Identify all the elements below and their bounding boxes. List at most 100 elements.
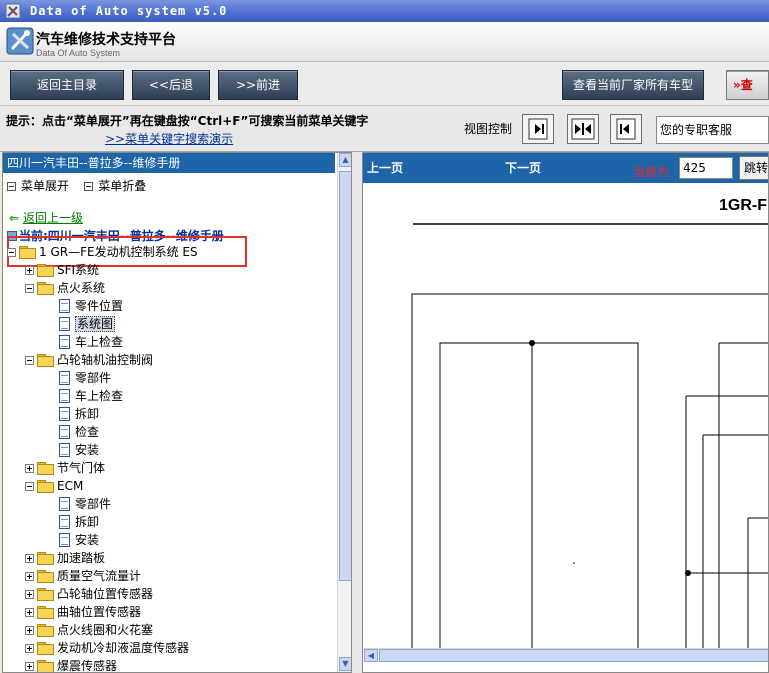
expand-left-view-button[interactable] <box>610 114 642 144</box>
tree-item-label: 车上检查 <box>75 389 124 403</box>
tree-folder-item[interactable]: 曲轴位置传感器 <box>25 603 141 621</box>
tree-folder-item[interactable]: SFI系统 <box>25 261 99 279</box>
back-button[interactable]: <<后退 <box>132 70 210 100</box>
tree-folder-item[interactable]: 点火线圈和火花塞 <box>25 621 153 639</box>
document-icon <box>59 335 70 349</box>
expand-right-view-button[interactable] <box>522 114 554 144</box>
expand-toggle-icon[interactable] <box>25 644 34 653</box>
tree-doc-item[interactable]: 拆卸 <box>59 405 99 423</box>
document-icon <box>59 515 70 529</box>
expand-square-icon <box>7 182 16 191</box>
tree-folder-item[interactable]: 发动机冷却液温度传感器 <box>25 639 189 657</box>
expand-toggle-icon[interactable] <box>25 554 34 563</box>
forward-button[interactable]: >>前进 <box>218 70 298 100</box>
expand-toggle-icon[interactable] <box>25 608 34 617</box>
tree-folder-item[interactable]: 凸轮轴位置传感器 <box>25 585 153 603</box>
folder-icon <box>37 552 54 565</box>
collapse-toggle-icon[interactable] <box>25 482 34 491</box>
tree-doc-item[interactable]: 安装 <box>59 531 99 549</box>
platform-title: 汽车维修技术支持平台 <box>36 32 176 48</box>
scroll-up-icon[interactable]: ▲ <box>339 153 351 167</box>
expand-menu-button[interactable]: 菜单展开 <box>7 179 69 193</box>
arrow-right-bar-icon <box>528 118 548 140</box>
tree-folder-item[interactable]: 加速踏板 <box>25 549 105 567</box>
tree-item-label: 发动机冷却液温度传感器 <box>57 641 190 655</box>
tree-doc-item[interactable]: 系统图 <box>59 315 116 333</box>
expand-toggle-icon[interactable] <box>25 572 34 581</box>
tree-folder-item[interactable]: 凸轮轴机油控制阀 <box>25 351 153 369</box>
expand-toggle-icon[interactable] <box>25 590 34 599</box>
tree-folder-item[interactable]: 节气门体 <box>25 459 105 477</box>
collapse-toggle-icon[interactable] <box>25 284 34 293</box>
green-arrow-left-icon: ⇐ <box>9 211 20 225</box>
folder-icon <box>37 606 54 619</box>
split-view-button[interactable] <box>567 114 599 144</box>
tree-doc-item[interactable]: 车上检查 <box>59 387 123 405</box>
folder-icon <box>37 264 54 277</box>
document-icon <box>59 389 70 403</box>
collapse-toggle-icon[interactable] <box>7 248 16 257</box>
platform-subtitle: Data Of Auto System <box>36 48 121 58</box>
next-page-link[interactable]: 下一页 <box>505 159 541 176</box>
tree-folder-item[interactable]: ECM <box>25 477 83 495</box>
tree-doc-item[interactable]: 检查 <box>59 423 99 441</box>
menu-scrollbar[interactable]: ▲ ▼ <box>337 153 351 672</box>
scroll-down-icon[interactable]: ▼ <box>339 657 351 671</box>
tree-doc-item[interactable]: 零部件 <box>59 495 111 513</box>
tree-item-label: 曲轴位置传感器 <box>57 605 142 619</box>
search-hint: 提示：点击“菜单展开”再在键盘按“Ctrl+F”可搜索当前菜单关键字 <box>6 114 369 128</box>
double-chevron-icon: » <box>733 78 741 92</box>
tree-doc-item[interactable]: 零件位置 <box>59 297 123 315</box>
tree-doc-item[interactable]: 安装 <box>59 441 99 459</box>
tree-item-label: 零件位置 <box>75 299 124 313</box>
scroll-left-icon[interactable]: ◀ <box>364 649 378 662</box>
page-number-input[interactable]: 425 <box>679 157 733 179</box>
document-icon <box>59 299 70 313</box>
folder-icon <box>37 624 54 637</box>
view-all-models-button[interactable]: 查看当前厂家所有车型 <box>562 70 704 100</box>
tree-folder-item[interactable]: 爆震传感器 <box>25 657 117 672</box>
expand-menu-label: 菜单展开 <box>21 179 70 193</box>
expand-toggle-icon[interactable] <box>25 626 34 635</box>
tree-folder-item[interactable]: 点火系统 <box>25 279 105 297</box>
app-icon <box>5 3 21 19</box>
tree-item-label: 拆卸 <box>75 515 100 529</box>
wiring-diagram: 1GR-F <box>363 183 768 655</box>
tree-folder-item[interactable]: 质量空气流量计 <box>25 567 141 585</box>
document-scroll-thumb[interactable] <box>379 649 768 662</box>
query-button[interactable]: »查 <box>726 70 769 100</box>
tree-item-label: 凸轮轴位置传感器 <box>57 587 154 601</box>
document-icon <box>59 425 70 439</box>
diagram-drawing: 1GR-F <box>411 197 768 655</box>
tree-doc-item[interactable]: 拆卸 <box>59 513 99 531</box>
pane-splitter[interactable] <box>352 152 362 673</box>
tree-item-label: 安装 <box>75 443 100 457</box>
menu-expand-collapse-row: 菜单展开 菜单折叠 <box>7 177 146 194</box>
folder-icon <box>37 462 54 475</box>
collapse-toggle-icon[interactable] <box>25 356 34 365</box>
menu-scroll-thumb[interactable] <box>339 171 351 581</box>
folder-open-icon <box>37 480 54 493</box>
search-demo-link[interactable]: >>菜单关键字搜索演示 <box>105 130 233 147</box>
expand-toggle-icon[interactable] <box>25 662 34 671</box>
main-toolbar: 返回主目录 <<后退 >>前进 查看当前厂家所有车型 »查 <box>0 62 769 106</box>
window-title: Data of Auto system v5.0 <box>30 4 228 18</box>
collapse-menu-button[interactable]: 菜单折叠 <box>84 179 146 193</box>
document-icon <box>59 317 70 331</box>
document-hscrollbar[interactable]: ◀ <box>363 648 768 662</box>
tree-item-label: 加速踏板 <box>57 551 106 565</box>
back-to-main-button[interactable]: 返回主目录 <box>10 70 124 100</box>
document-icon <box>59 533 70 547</box>
tree-folder-item[interactable]: 1 GR—FE发动机控制系统 ES <box>7 243 198 261</box>
page-nav-bar: 上一页 下一页 当前为 425 跳转 <box>363 153 768 183</box>
current-page-label: 当前为 <box>633 165 670 179</box>
customer-service-box[interactable]: 您的专职客服 <box>656 116 769 144</box>
prev-page-link[interactable]: 上一页 <box>367 159 403 176</box>
expand-toggle-icon[interactable] <box>25 464 34 473</box>
tools-logo-icon <box>6 27 34 55</box>
tree-doc-item[interactable]: 零部件 <box>59 369 111 387</box>
jump-button[interactable]: 跳转 <box>739 156 768 180</box>
back-up-link[interactable]: ⇐ 返回上一级 <box>9 209 83 226</box>
expand-toggle-icon[interactable] <box>25 266 34 275</box>
tree-doc-item[interactable]: 车上检查 <box>59 333 123 351</box>
